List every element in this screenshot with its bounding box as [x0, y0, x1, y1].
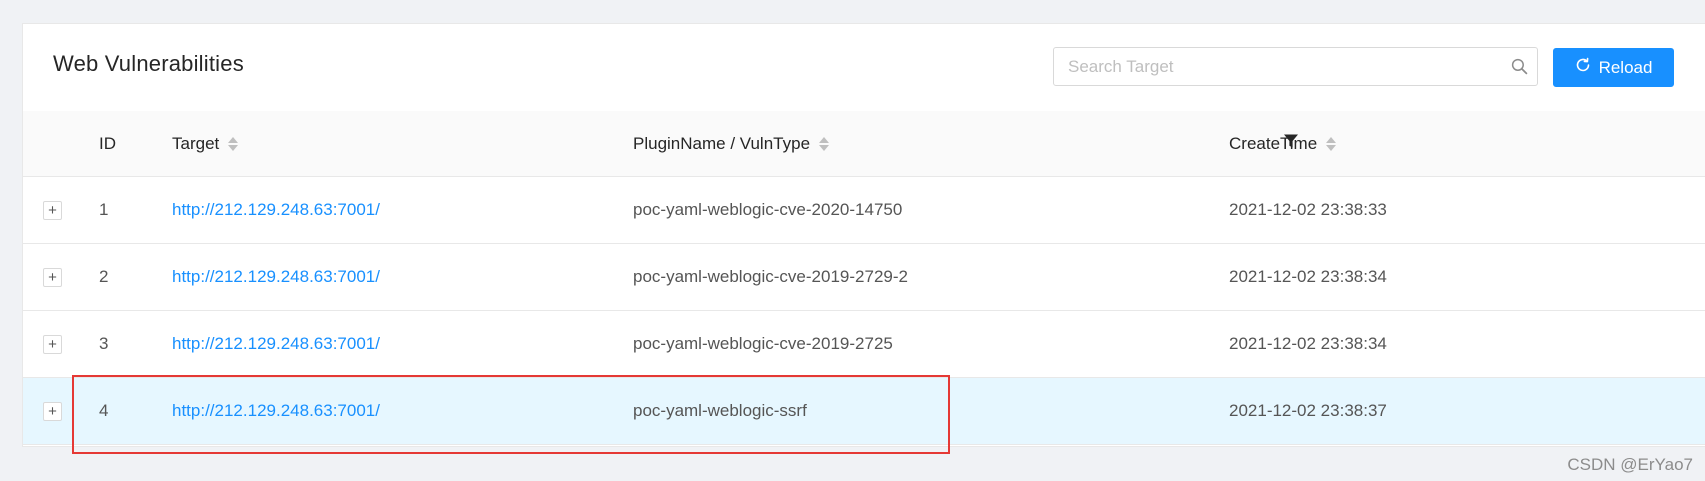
plugin-name: poc-yaml-weblogic-ssrf	[633, 401, 807, 420]
vulnerabilities-card: Web Vulnerabilities Reload ID Target	[22, 23, 1705, 447]
create-time: 2021-12-02 23:38:34	[1229, 334, 1387, 353]
target-link[interactable]: http://212.129.248.63:7001/	[172, 177, 380, 243]
watermark: CSDN @ErYao7	[1567, 455, 1693, 474]
column-create-time-label: CreateTime	[1229, 134, 1318, 153]
expand-row-button[interactable]: +	[43, 268, 62, 287]
search-input[interactable]	[1054, 48, 1501, 85]
reload-label: Reload	[1598, 57, 1653, 77]
sort-icon[interactable]	[819, 137, 830, 151]
vulnerabilities-table: ID Target PluginName / VulnType CreateTi…	[23, 111, 1705, 445]
table-row: + 1 http://212.129.248.63:7001/ poc-yaml…	[23, 177, 1705, 244]
column-target-label: Target	[172, 134, 220, 153]
create-time: 2021-12-02 23:38:34	[1229, 267, 1387, 286]
search-box[interactable]	[1053, 47, 1538, 86]
reload-icon	[1575, 57, 1591, 78]
target-link[interactable]: http://212.129.248.63:7001/	[172, 378, 380, 444]
column-id-label: ID	[99, 134, 116, 153]
search-icon[interactable]	[1501, 48, 1537, 85]
row-id: 2	[99, 267, 109, 286]
create-time: 2021-12-02 23:38:37	[1229, 401, 1387, 420]
table-row-selected: + 4 http://212.129.248.63:7001/ poc-yaml…	[23, 378, 1705, 445]
plugin-name: poc-yaml-weblogic-cve-2019-2729-2	[633, 267, 908, 286]
column-header-id: ID	[99, 111, 116, 177]
column-header-create-time[interactable]: CreateTime	[1229, 111, 1337, 177]
row-id: 1	[99, 200, 109, 219]
target-link[interactable]: http://212.129.248.63:7001/	[172, 244, 380, 310]
table-row: + 2 http://212.129.248.63:7001/ poc-yaml…	[23, 244, 1705, 311]
column-header-plugin[interactable]: PluginName / VulnType	[633, 111, 830, 177]
plugin-name: poc-yaml-weblogic-cve-2020-14750	[633, 200, 903, 219]
reload-button[interactable]: Reload	[1553, 48, 1674, 87]
table-header: ID Target PluginName / VulnType CreateTi…	[23, 111, 1705, 177]
column-header-target[interactable]: Target	[172, 111, 239, 177]
row-id: 3	[99, 334, 109, 353]
sort-icon[interactable]	[228, 137, 239, 151]
expand-row-button[interactable]: +	[43, 335, 62, 354]
row-id: 4	[99, 401, 109, 420]
table-row: + 3 http://212.129.248.63:7001/ poc-yaml…	[23, 311, 1705, 378]
page-title: Web Vulnerabilities	[53, 51, 244, 76]
sort-icon[interactable]	[1326, 137, 1337, 151]
column-plugin-label: PluginName / VulnType	[633, 134, 811, 153]
expand-row-button[interactable]: +	[43, 402, 62, 421]
plugin-name: poc-yaml-weblogic-cve-2019-2725	[633, 334, 893, 353]
expand-row-button[interactable]: +	[43, 201, 62, 220]
target-link[interactable]: http://212.129.248.63:7001/	[172, 311, 380, 377]
create-time: 2021-12-02 23:38:33	[1229, 200, 1387, 219]
